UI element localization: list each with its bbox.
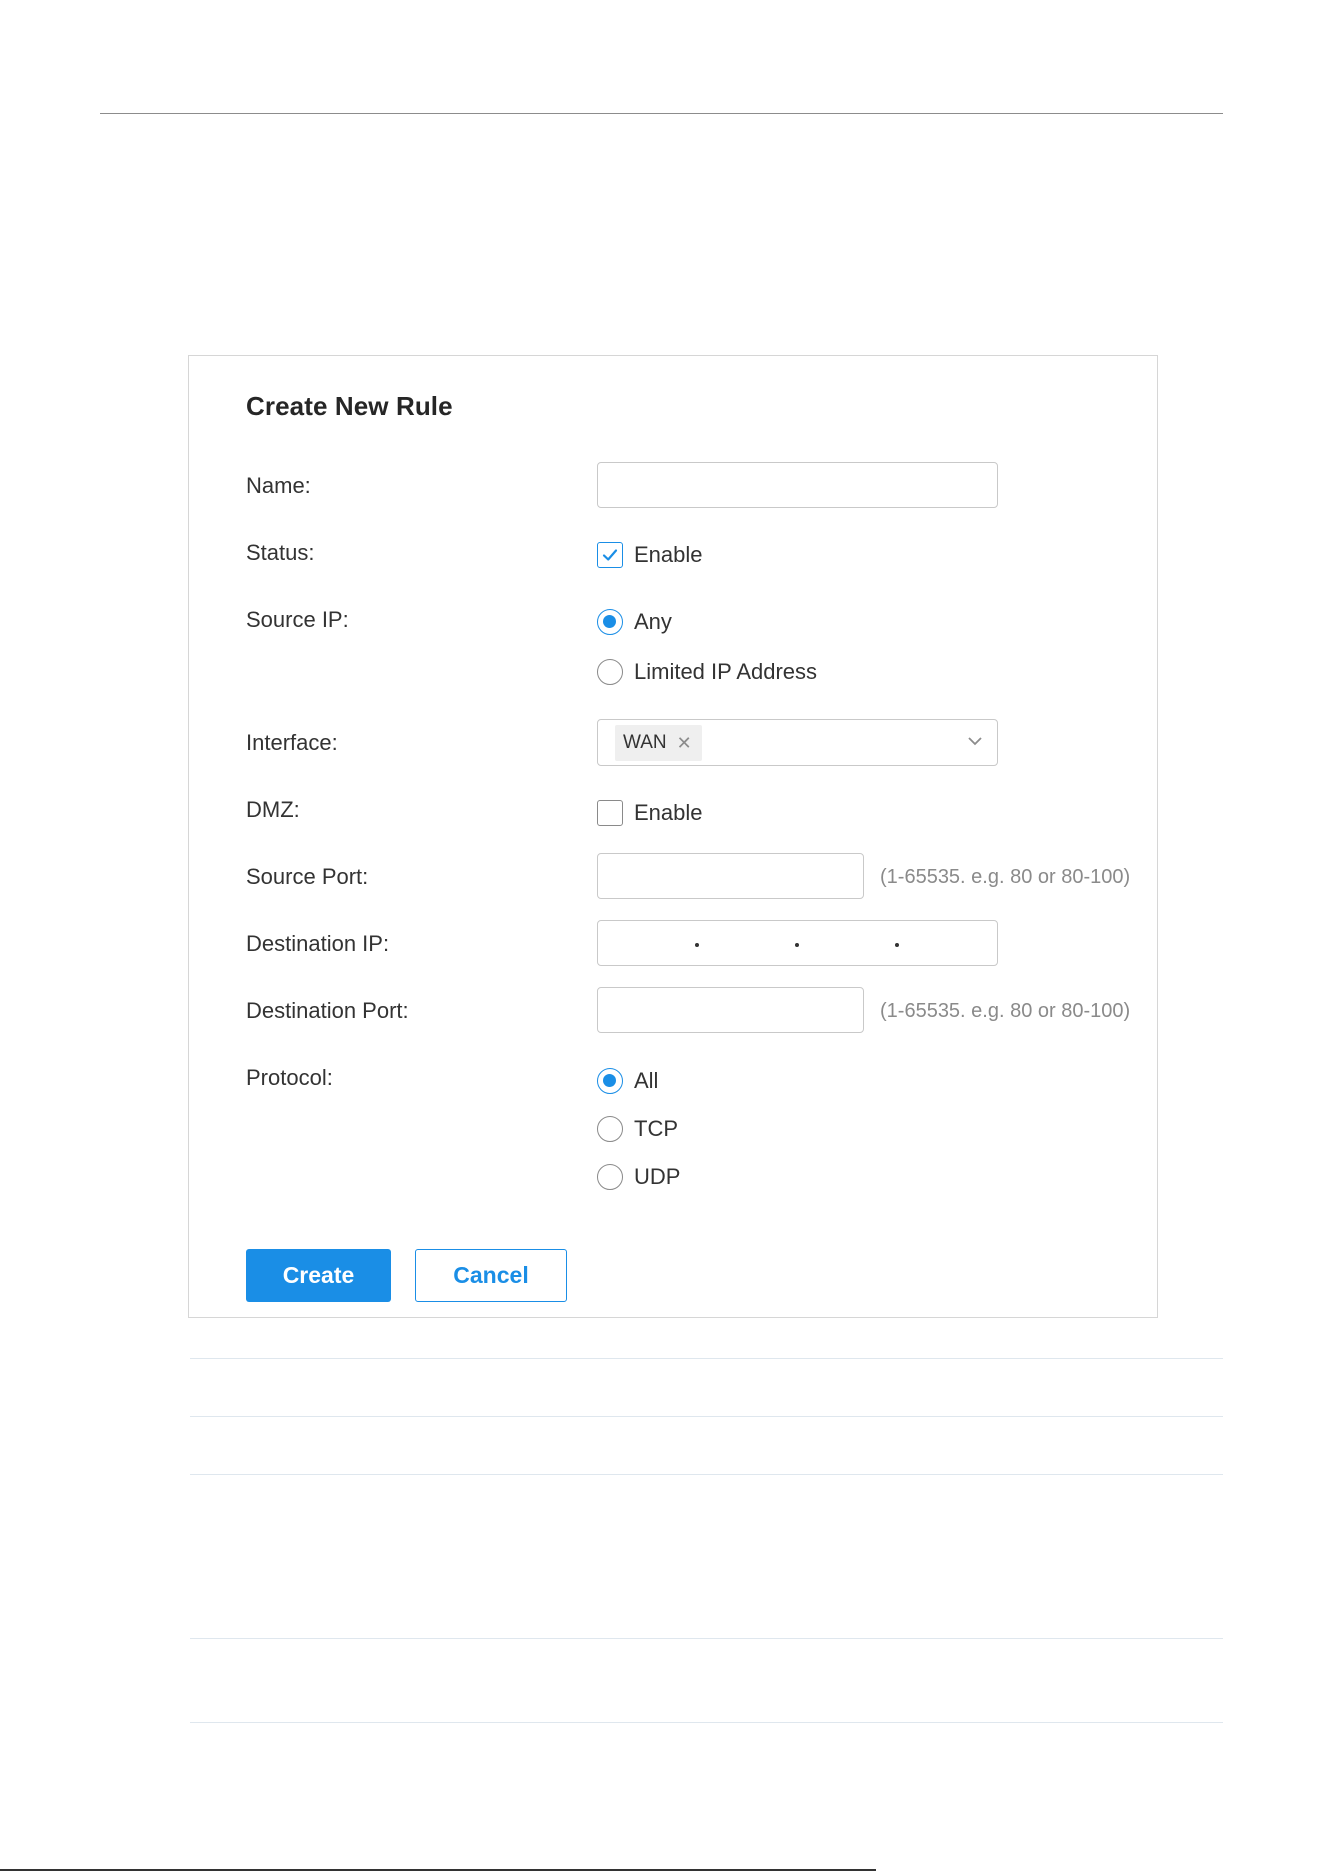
table-divider	[190, 1722, 1223, 1723]
protocol-all-radio[interactable]	[597, 1068, 623, 1094]
table-divider	[190, 1638, 1223, 1639]
source-ip-limited-label: Limited IP Address	[634, 659, 818, 684]
ip-separator	[795, 943, 799, 947]
interface-select[interactable]: WAN ✕	[597, 719, 998, 766]
create-rule-dialog: Create New Rule Name: Status: Enable Sou…	[188, 355, 1158, 1318]
source-port-label: Source Port:	[246, 864, 369, 889]
cancel-button[interactable]: Cancel	[415, 1249, 567, 1302]
status-label: Status:	[246, 540, 315, 565]
dialog-title: Create New Rule	[246, 391, 453, 421]
dmz-enable-checkbox[interactable]	[597, 800, 623, 826]
destination-ip-label: Destination IP:	[246, 931, 390, 956]
check-icon	[602, 549, 618, 561]
protocol-tcp-radio[interactable]	[597, 1116, 623, 1142]
status-enable-checkbox[interactable]	[597, 542, 623, 568]
dmz-enable-label: Enable	[634, 800, 703, 825]
protocol-all-label: All	[634, 1068, 659, 1093]
destination-port-label: Destination Port:	[246, 998, 409, 1023]
destination-port-input[interactable]	[597, 987, 864, 1033]
status-enable-label: Enable	[634, 542, 703, 567]
interface-label: Interface:	[246, 730, 338, 755]
name-input[interactable]	[597, 462, 998, 508]
source-ip-any-radio[interactable]	[597, 609, 623, 635]
destination-ip-input[interactable]	[597, 920, 998, 966]
page-header-rule	[100, 113, 1223, 114]
table-divider	[190, 1474, 1223, 1475]
name-label: Name:	[246, 473, 311, 498]
source-ip-label: Source IP:	[246, 607, 349, 632]
table-divider	[190, 1358, 1223, 1359]
dmz-label: DMZ:	[246, 797, 300, 822]
source-ip-limited-radio[interactable]	[597, 659, 623, 685]
protocol-label: Protocol:	[246, 1065, 333, 1090]
protocol-udp-radio[interactable]	[597, 1164, 623, 1190]
close-icon[interactable]: ✕	[677, 734, 692, 752]
source-port-hint: (1-65535. e.g. 80 or 80-100)	[880, 866, 1131, 888]
source-port-input[interactable]	[597, 853, 864, 899]
table-divider	[190, 1416, 1223, 1417]
source-ip-any-label: Any	[634, 609, 672, 634]
protocol-udp-label: UDP	[634, 1164, 681, 1189]
protocol-tcp-label: TCP	[634, 1116, 678, 1141]
ip-separator	[895, 943, 899, 947]
page-footer-rule	[0, 1869, 876, 1871]
destination-port-hint: (1-65535. e.g. 80 or 80-100)	[880, 1000, 1131, 1022]
ip-separator	[695, 943, 699, 947]
create-button[interactable]: Create	[246, 1249, 391, 1302]
interface-tag: WAN ✕	[615, 725, 702, 761]
interface-tag-label: WAN	[623, 732, 667, 753]
chevron-down-icon	[968, 737, 982, 746]
